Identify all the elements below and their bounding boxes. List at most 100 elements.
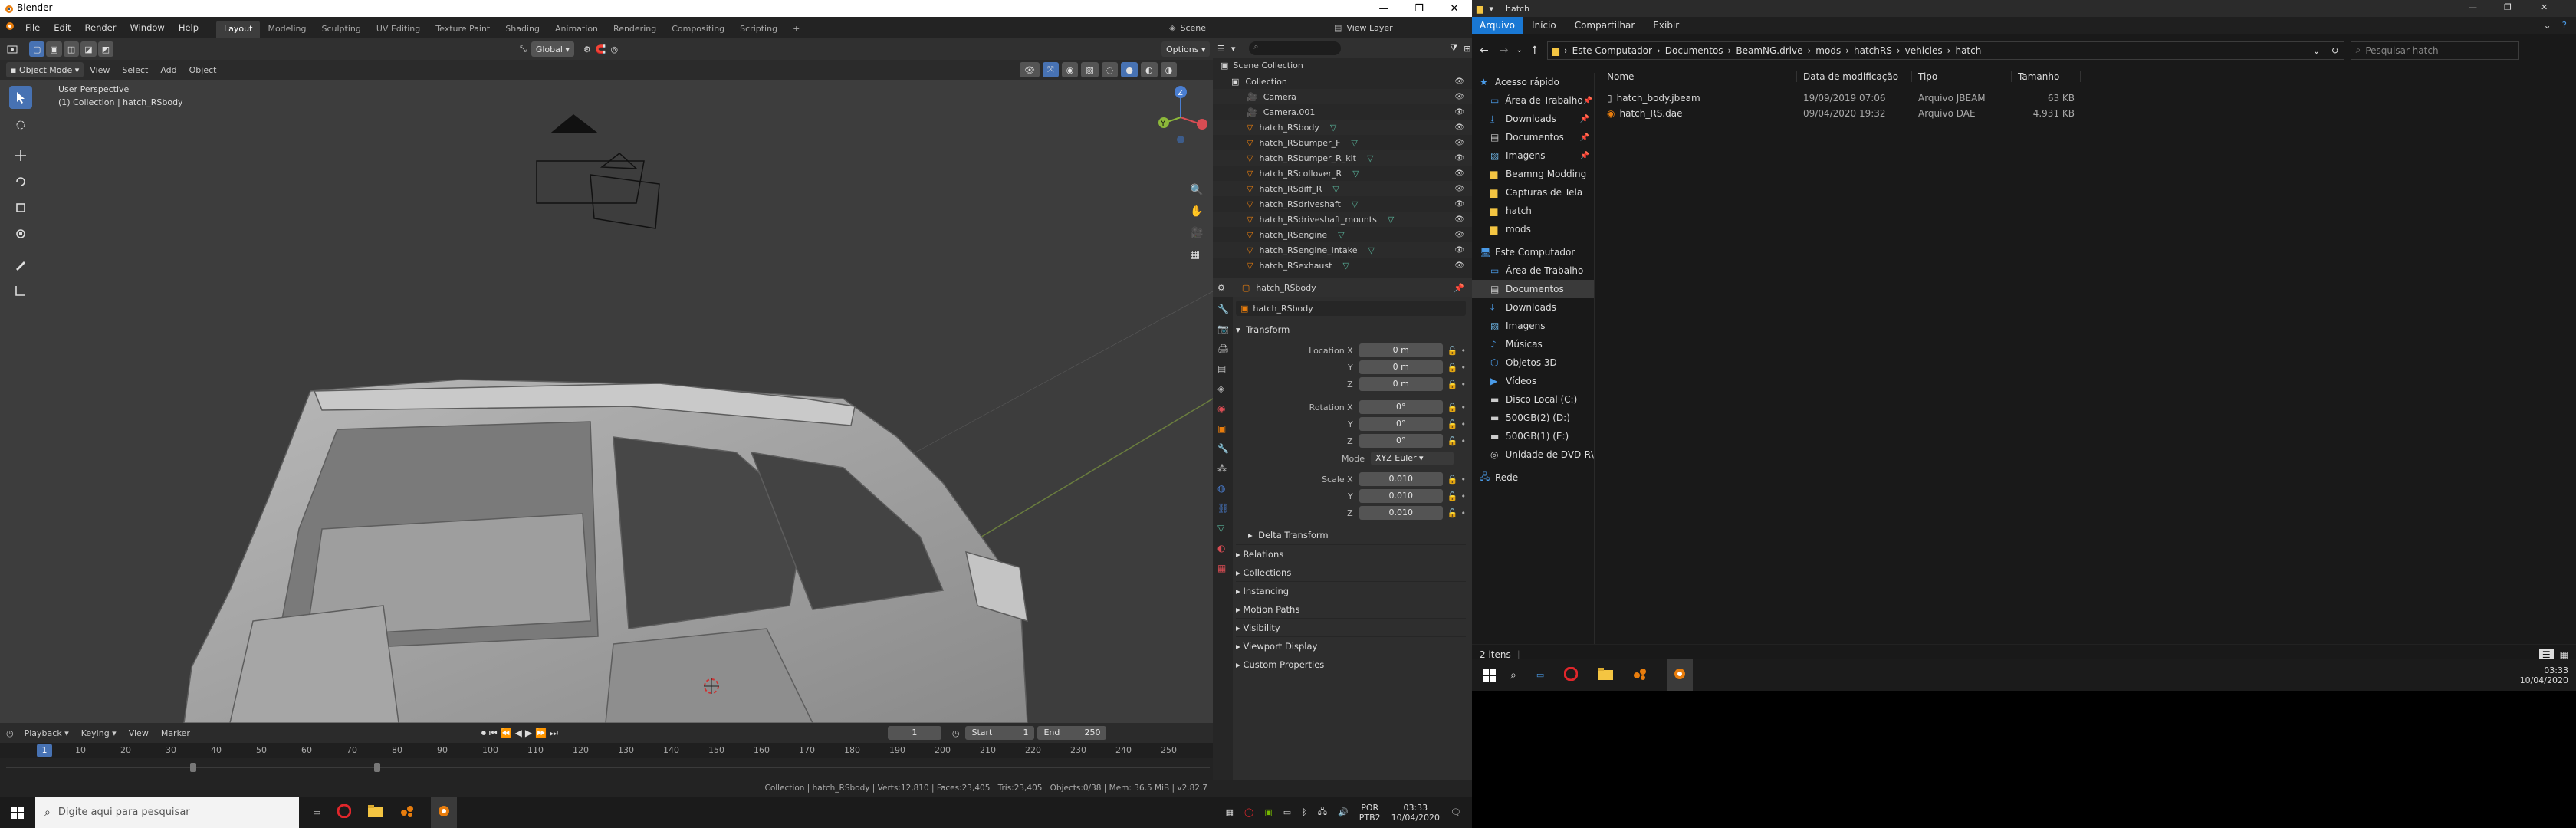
taskbar-search[interactable]: ⌕ Digite aqui para pesquisar [35, 797, 299, 828]
minimize-button[interactable]: — [1366, 0, 1401, 17]
nav-item[interactable]: 🖥 Este Computador [1472, 243, 1594, 261]
lock-icon[interactable]: 🔓 [1447, 380, 1458, 389]
visibility-eye-icon[interactable]: 👁 [1454, 200, 1464, 209]
material-shading-icon[interactable]: ◐ [1141, 62, 1158, 77]
zoom-icon[interactable]: 🔍 [1190, 184, 1208, 205]
object-tab-icon[interactable]: ▣ [1217, 423, 1228, 434]
outliner-item[interactable]: ▽ hatch_RSdriveshaft ▽ 👁 [1213, 196, 1472, 212]
location-z-field[interactable]: 0 m [1359, 377, 1443, 391]
help-icon[interactable]: ? [2562, 20, 2567, 31]
tray-bluetooth-icon[interactable]: ᛒ [1302, 807, 1307, 817]
start-icon[interactable] [1472, 669, 1507, 682]
gizmo-icon[interactable]: ⤧ [1042, 62, 1059, 77]
ortho-toggle-icon[interactable]: ▦ [1190, 248, 1208, 270]
outliner-item[interactable]: ▣ Collection 👁 [1213, 74, 1472, 89]
lock-icon[interactable]: 🔓 [1447, 436, 1458, 446]
render-tab-icon[interactable]: 📷 [1217, 324, 1229, 334]
rendered-shading-icon[interactable]: ◑ [1160, 62, 1178, 77]
start-icon[interactable] [0, 806, 35, 819]
tab-rendering[interactable]: Rendering [606, 21, 664, 38]
visibility-eye-icon[interactable]: 👁 [1454, 139, 1464, 147]
visibility-eye-icon[interactable]: 👁 [1454, 185, 1464, 193]
object-name-field[interactable]: ▣ hatch_RSbody [1236, 301, 1466, 316]
mesh-data-icon[interactable]: ▽ [1388, 215, 1394, 225]
panel-header-custom-properties[interactable]: ▸ Custom Properties [1236, 655, 1466, 673]
forward-icon[interactable]: → [1500, 44, 1509, 57]
back-icon[interactable]: ← [1480, 44, 1489, 57]
scale-z-field[interactable]: 0.010 [1359, 506, 1443, 520]
menu-select[interactable]: Select [116, 65, 154, 75]
outliner-item[interactable]: 🎥 Camera.001 👁 [1213, 104, 1472, 120]
select-extend-icon[interactable]: ▣ [46, 41, 62, 57]
menu-window[interactable]: Window [123, 17, 171, 38]
path-hatch[interactable]: hatch [1955, 45, 1981, 56]
nav-item[interactable]: ▆ Capturas de Tela [1472, 183, 1594, 202]
visibility-eye-icon[interactable]: 👁 [1454, 169, 1464, 178]
scale-y-field[interactable]: 0.010 [1359, 489, 1443, 503]
pin-icon[interactable]: 📌 [1580, 115, 1589, 123]
refresh-icon[interactable]: ↻ [2331, 45, 2339, 56]
close-button[interactable]: ✕ [1437, 0, 1472, 17]
explorer-maximize-button[interactable]: ❐ [2504, 2, 2512, 12]
location-x-field[interactable]: 0 m [1359, 343, 1443, 357]
explorer-close-button[interactable]: ✕ [2541, 2, 2548, 12]
add-workspace-button[interactable]: + [785, 21, 807, 38]
column-data[interactable]: Data de modificação [1797, 71, 1912, 82]
ribbon-expand-icon[interactable]: ⌄ [2544, 20, 2551, 31]
tab-sculpting[interactable]: Sculpting [314, 21, 369, 38]
frame-ruler[interactable]: 1 10 20 30 40 50 60 70 80 90 100 110 120 130 140 150 16… [0, 743, 1213, 758]
menu-add[interactable]: Add [154, 65, 182, 75]
transform-panel-header[interactable]: ▾ Transform [1236, 320, 1466, 339]
mesh-data-icon[interactable]: ▽ [1342, 261, 1349, 271]
outliner-item[interactable]: 🎥 Camera 👁 [1213, 89, 1472, 104]
lock-icon[interactable]: 🔓 [1447, 363, 1458, 373]
explorer-search[interactable]: ⌕ Pesquisar hatch [2350, 41, 2519, 60]
lock-icon[interactable]: 🔓 [1447, 346, 1458, 356]
path-beamng[interactable]: BeamNG.drive [1736, 45, 1802, 56]
visibility-eye-icon[interactable]: 👁 [1454, 77, 1464, 86]
playhead[interactable]: 1 [37, 744, 52, 757]
mesh-data-icon[interactable]: ▽ [1332, 184, 1339, 194]
nav-item[interactable]: 🖧 Rede [1472, 468, 1594, 487]
opera-icon[interactable] [337, 803, 352, 820]
rotation-x-field[interactable]: 0° [1359, 400, 1443, 414]
wireframe-shading-icon[interactable]: ◌ [1101, 62, 1119, 77]
panel-header-relations[interactable]: ▸ Relations [1236, 544, 1466, 563]
keyframe-dot-icon[interactable]: • [1461, 508, 1467, 518]
pin-icon[interactable]: 📌 [1580, 152, 1589, 160]
menu-file[interactable]: File [18, 17, 47, 38]
menu-keying[interactable]: Keying ▾ [75, 728, 123, 738]
mesh-data-icon[interactable]: ▽ [1368, 245, 1374, 255]
task-view-icon[interactable]: ▭ [1536, 670, 1544, 680]
mesh-data-icon[interactable]: ▽ [1352, 199, 1358, 209]
nav-item[interactable]: ★ Acesso rápido [1472, 73, 1594, 91]
view-layer-selector[interactable]: ▤ View Layer [1334, 20, 1393, 35]
jump-start-icon[interactable]: ⏮ [489, 728, 498, 739]
next-key-icon[interactable]: ⏩ [535, 728, 547, 738]
outliner-item[interactable]: ▽ hatch_RScollover_R ▽ 👁 [1213, 166, 1472, 181]
output-tab-icon[interactable]: 🖨 [1217, 343, 1229, 354]
keyframe-dot-icon[interactable]: • [1461, 402, 1467, 412]
file-row[interactable]: ▯ hatch_body.jbeam 19/09/2019 07:06 Arquivo… [1601, 90, 2574, 106]
pin-icon[interactable]: 📌 [1454, 283, 1464, 293]
nav-item[interactable]: ▆ Beamng Modding [1472, 165, 1594, 183]
panel-header-visibility[interactable]: ▸ Visibility [1236, 618, 1466, 636]
nav-item[interactable]: ⤓ Downloads 📌 [1472, 110, 1594, 128]
details-view-icon[interactable]: ☰ [2538, 649, 2554, 660]
pivot-icon[interactable]: ⚙ [583, 44, 591, 54]
view-layer-tab-icon[interactable]: ▤ [1217, 363, 1228, 374]
navigation-gizmo[interactable]: Z Y [1150, 84, 1211, 184]
tab-uv-editing[interactable]: UV Editing [369, 21, 428, 38]
outliner-search-input[interactable]: ⌕ [1249, 41, 1342, 55]
world-tab-icon[interactable]: ◉ [1217, 403, 1228, 414]
panel-header-instancing[interactable]: ▸ Instancing [1236, 581, 1466, 600]
transform-tool-icon[interactable] [9, 222, 32, 245]
nav-item[interactable]: ▨ Imagens [1472, 317, 1594, 335]
visibility-eye-icon[interactable]: 👁 [1454, 231, 1464, 239]
outliner-item[interactable]: ▽ hatch_RSbumper_F ▽ 👁 [1213, 135, 1472, 150]
panel-header-motion-paths[interactable]: ▸ Motion Paths [1236, 600, 1466, 618]
outliner-item[interactable]: ▽ hatch_RSdriveshaft_mounts ▽ 👁 [1213, 212, 1472, 227]
clock[interactable]: 03:33 10/04/2020 [1392, 803, 1440, 823]
visibility-eye-icon[interactable]: 👁 [1454, 154, 1464, 163]
column-tipo[interactable]: Tipo [1912, 71, 2012, 82]
